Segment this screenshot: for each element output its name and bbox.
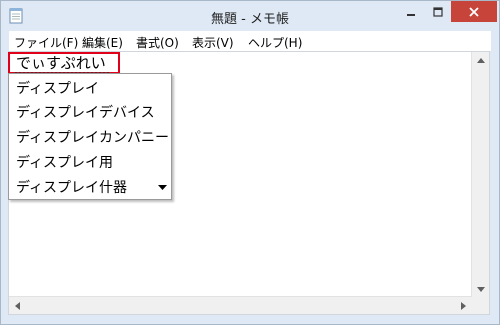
scroll-left-arrow[interactable] (9, 297, 26, 314)
candidate-item[interactable]: ディスプレイデバイス (16, 102, 155, 122)
close-button[interactable] (451, 1, 497, 22)
candidate-item[interactable]: ディスプレイカンパニー (16, 127, 169, 147)
menu-format[interactable]: 書式(O) (136, 34, 179, 51)
menu-edit[interactable]: 編集(E) (82, 34, 123, 51)
scroll-left-icon (15, 301, 20, 310)
ime-composition-text[interactable]: でぃすぷれい (16, 54, 106, 72)
ime-candidate-list: ディスプレイ ディスプレイデバイス ディスプレイカンパニー ディスプレイ用 ディ… (8, 73, 172, 200)
menu-view[interactable]: 表示(V) (192, 34, 234, 51)
candidate-item[interactable]: ディスプレイ用 (16, 152, 113, 172)
candidate-item[interactable]: ディスプレイ (16, 78, 99, 98)
scroll-down-arrow[interactable] (472, 281, 489, 298)
minimize-icon (407, 13, 415, 16)
scrollbar-corner (472, 297, 489, 314)
scroll-up-arrow[interactable] (472, 52, 489, 69)
scroll-right-arrow[interactable] (455, 297, 472, 314)
menu-help[interactable]: ヘルプ(H) (248, 34, 302, 51)
minimize-button[interactable] (397, 1, 425, 22)
maximize-button[interactable] (425, 1, 451, 22)
maximize-icon (433, 6, 443, 17)
horizontal-scrollbar[interactable] (9, 296, 472, 314)
scroll-right-icon (461, 301, 466, 310)
menu-bar: ファイル(F) 編集(E) 書式(O) 表示(V) ヘルプ(H) (9, 31, 491, 52)
vertical-scrollbar[interactable] (471, 52, 489, 298)
title-bar[interactable]: 無題 - メモ帳 (1, 1, 499, 31)
scroll-down-icon (476, 287, 485, 292)
scroll-up-icon (476, 58, 485, 63)
dropdown-arrow-icon (157, 184, 167, 190)
close-icon (469, 6, 479, 17)
menu-file[interactable]: ファイル(F) (14, 34, 78, 51)
candidate-item[interactable]: ディスプレイ什器 (16, 177, 127, 197)
candidate-more-button[interactable] (154, 179, 170, 195)
